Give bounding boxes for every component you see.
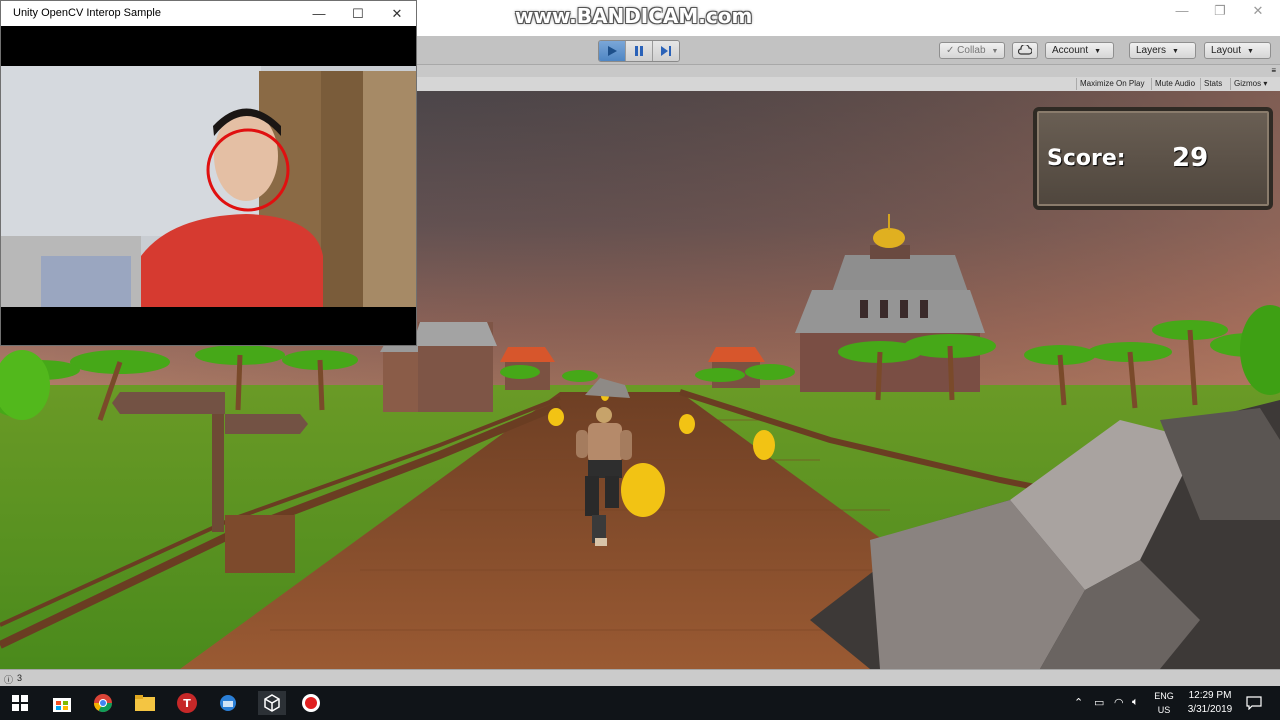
show-hidden-icons-icon[interactable]: ⌃: [1074, 696, 1083, 709]
opencv-window-title: Unity OpenCV Interop Sample: [13, 7, 161, 19]
cloud-icon: [1017, 44, 1033, 55]
score-value: 29: [1172, 143, 1209, 173]
network-tool-icon[interactable]: [216, 691, 240, 715]
clock-date: 3/31/2019: [1187, 704, 1233, 715]
game-view-options-bar: Maximize On Play Mute Audio Stats Gizmos…: [416, 77, 1280, 92]
layers-label: Layers: [1136, 45, 1167, 56]
pause-icon: [635, 46, 643, 56]
info-icon: ⓘ: [4, 675, 14, 685]
opencv-window: Unity OpenCV Interop Sample — ☐ ✕: [0, 0, 417, 346]
step-icon: [661, 46, 671, 56]
account-dropdown[interactable]: Account ▼: [1045, 42, 1114, 59]
webcam-feed: [1, 66, 416, 307]
account-label: Account: [1052, 45, 1089, 56]
svg-text:T: T: [183, 697, 191, 710]
unity-status-bar: ⓘ 3: [0, 669, 1280, 687]
opencv-close-button[interactable]: ✕: [377, 1, 417, 26]
record-icon[interactable]: [299, 691, 323, 715]
opencv-maximize-button[interactable]: ☐: [338, 1, 378, 26]
cloud-button[interactable]: [1012, 42, 1038, 59]
unity-maximize-button[interactable]: ❐: [1205, 2, 1235, 20]
gizmos-label: Gizmos: [1234, 79, 1262, 88]
windows-start-icon[interactable]: [8, 691, 32, 715]
collab-label: Collab: [957, 45, 986, 56]
score-label: Score:: [1047, 146, 1126, 171]
bandicam-watermark: www.BANDICAM.com: [515, 4, 753, 28]
store-icon[interactable]: [50, 691, 74, 715]
maximize-on-play-toggle[interactable]: Maximize On Play: [1076, 78, 1147, 90]
unity-icon[interactable]: [258, 691, 286, 715]
file-explorer-icon[interactable]: [133, 691, 157, 715]
opencv-title-bar: Unity OpenCV Interop Sample — ☐ ✕: [1, 1, 416, 26]
step-button[interactable]: [653, 41, 679, 61]
webcam-image: [1, 66, 416, 307]
unity-minimize-button[interactable]: —: [1167, 2, 1197, 20]
language-indicator[interactable]: ENG US: [1152, 689, 1176, 717]
console-message-count[interactable]: 3: [17, 673, 22, 683]
battery-icon[interactable]: ▭: [1094, 696, 1104, 709]
notifications-icon[interactable]: [1242, 691, 1266, 715]
play-icon: [608, 46, 617, 56]
stats-toggle[interactable]: Stats: [1200, 78, 1225, 90]
windows-taskbar: T ⌃ ▭ ◠ 🔈︎ ENG US 12:29 PM 3/31/2019: [0, 686, 1280, 720]
pause-button[interactable]: [626, 41, 653, 61]
unity-close-button[interactable]: ✕: [1243, 2, 1273, 20]
t-app-icon[interactable]: T: [175, 691, 199, 715]
collab-check-icon: ✓: [946, 45, 955, 56]
wifi-icon[interactable]: ◠: [1114, 696, 1124, 709]
tab-menu-icon[interactable]: ≡: [1271, 66, 1276, 75]
layers-dropdown[interactable]: Layers ▼: [1129, 42, 1196, 59]
play-button[interactable]: [599, 41, 626, 61]
system-clock[interactable]: 12:29 PM 3/31/2019: [1180, 689, 1240, 717]
game-view-tab-bar: ≡: [416, 65, 1280, 77]
clock-time: 12:29 PM: [1188, 690, 1232, 701]
volume-icon[interactable]: 🔈︎: [1132, 696, 1139, 709]
playmode-controls: [598, 40, 680, 62]
fence-post: [225, 515, 295, 573]
layout-label: Layout: [1211, 45, 1242, 56]
mute-audio-toggle[interactable]: Mute Audio: [1151, 78, 1198, 90]
layout-dropdown[interactable]: Layout ▼: [1204, 42, 1271, 59]
opencv-minimize-button[interactable]: —: [299, 1, 339, 26]
region-code: US: [1157, 705, 1171, 715]
gizmos-dropdown[interactable]: Gizmos ▾: [1230, 78, 1270, 90]
collab-button[interactable]: ✓ Collab ▼: [939, 42, 1006, 59]
language-code: ENG: [1154, 691, 1174, 701]
chrome-icon[interactable]: [91, 691, 115, 715]
